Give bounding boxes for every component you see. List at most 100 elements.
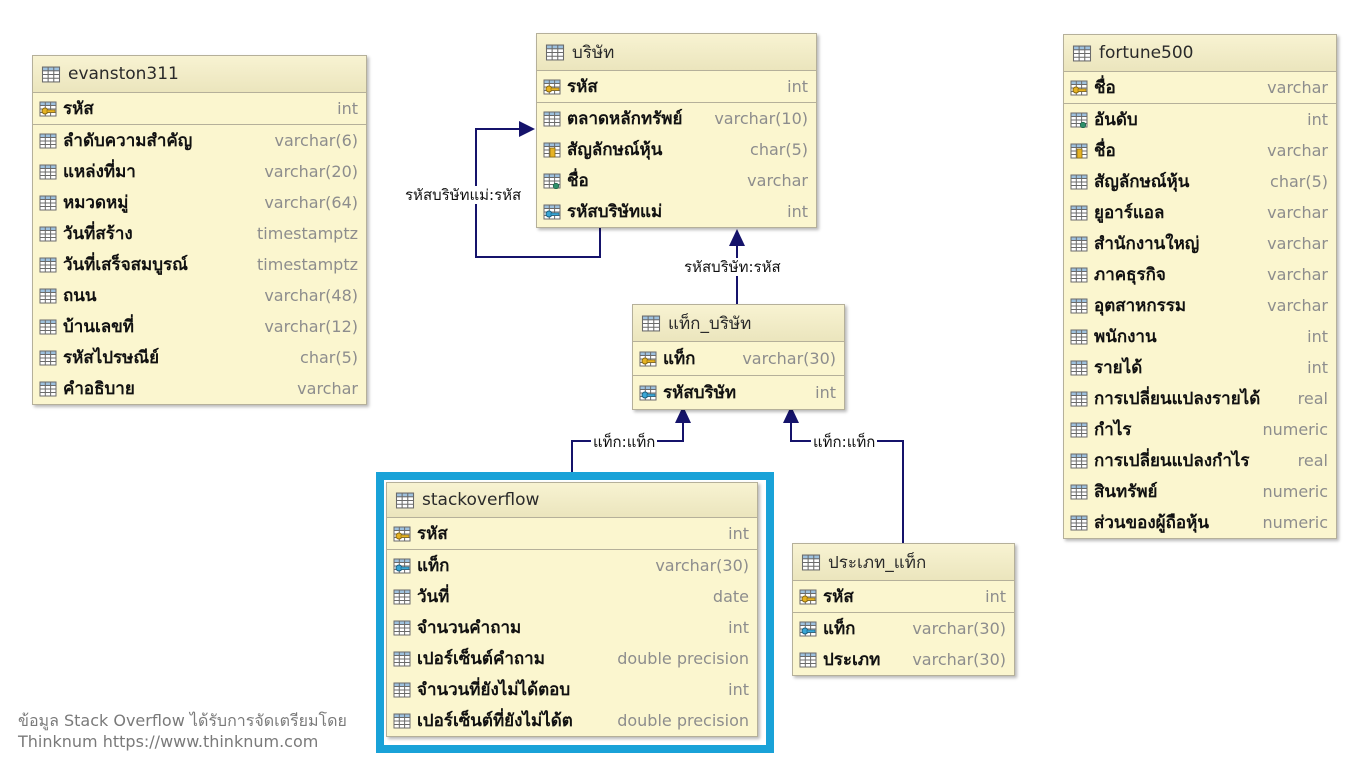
column-name: ถนน — [63, 286, 97, 306]
column-name: รหัสบริษัท — [663, 383, 737, 403]
table-column-row[interactable]: จำนวนที่ยังไม่ได้ตอบ int — [387, 674, 757, 705]
primary-key-icon — [543, 79, 561, 94]
table-icon — [801, 554, 821, 570]
table-tag_company[interactable]: แท็ก_บริษัท แท็ก varchar(30) รหัสบริษัท int — [632, 304, 845, 410]
table-column-row[interactable]: สำนักงานใหญ่ varchar — [1064, 228, 1336, 259]
table-column-row[interactable]: แหล่งที่มา varchar(20) — [33, 156, 366, 187]
table-tag_type[interactable]: ประเภท_แท็ก รหัส int แท็ก varchar(30) ประเภท v… — [792, 543, 1015, 676]
table-column-row[interactable]: รายได้ int — [1064, 352, 1336, 383]
column-type: int — [1307, 110, 1328, 129]
table-column-row[interactable]: รหัสบริษัท int — [633, 376, 844, 409]
table-column-row[interactable]: ส่วนของผู้ถือหุ้น numeric — [1064, 507, 1336, 538]
table-column-row[interactable]: รหัส int — [33, 93, 366, 124]
table-column-row[interactable]: วันที่ date — [387, 581, 757, 612]
table-company[interactable]: บริษัทรหัส int ตลาดหลักทรัพย์ varchar(10) สั… — [536, 33, 817, 228]
table-column-row[interactable]: ประเภท varchar(30) — [793, 644, 1014, 675]
column-type: varchar — [1267, 203, 1328, 222]
table-column-row[interactable]: การเปลี่ยนแปลงกำไร real — [1064, 445, 1336, 476]
column-type: double precision — [617, 711, 749, 730]
foreign-key-icon — [799, 621, 817, 636]
table-stackoverflow[interactable]: stackoverflow รหัส int แท็ก varchar(30) วันที… — [386, 482, 758, 737]
column-name: แท็ก — [823, 619, 856, 639]
table-column-row[interactable]: แท็ก varchar(30) — [633, 342, 844, 375]
table-column-row[interactable]: ภาคธุรกิจ varchar — [1064, 259, 1336, 290]
table-column-row[interactable]: การเปลี่ยนแปลงรายได้ real — [1064, 383, 1336, 414]
table-column-row[interactable]: หมวดหมู่ varchar(64) — [33, 187, 366, 218]
table-column-row[interactable]: สัญลักษณ์หุ้น char(5) — [537, 134, 816, 165]
column-name: พนักงาน — [1094, 327, 1157, 347]
column-type: varchar(30) — [655, 556, 749, 575]
table-icon — [641, 315, 661, 331]
table-column-row[interactable]: แท็ก varchar(30) — [793, 613, 1014, 644]
table-column-row[interactable]: ลำดับความสำคัญ varchar(6) — [33, 125, 366, 156]
table-column-row[interactable]: เปอร์เซ็นต์ที่ยังไม่ได้ต double precision — [387, 705, 757, 736]
column-type: numeric — [1262, 482, 1328, 501]
column-name: วันที่ — [417, 587, 450, 607]
table-icon — [545, 44, 565, 60]
table-column-row[interactable]: ชื่อ varchar — [1064, 72, 1336, 103]
table-fortune500[interactable]: fortune500 ชื่อ varchar อันดับ int ชื่อ varcha… — [1063, 34, 1337, 539]
column-icon — [393, 651, 411, 666]
column-icon — [393, 589, 411, 604]
table-column-row[interactable]: ยูอาร์แอล varchar — [1064, 197, 1336, 228]
table-header[interactable]: fortune500 — [1064, 35, 1336, 72]
column-icon — [39, 257, 57, 272]
table-column-row[interactable]: อุตสาหกรรม varchar — [1064, 290, 1336, 321]
credit-line-2: Thinknum https://www.thinknum.com — [18, 732, 319, 751]
table-column-row[interactable]: อันดับ int — [1064, 104, 1336, 135]
table-column-row[interactable]: วันที่เสร็จสมบูรณ์ timestamptz — [33, 249, 366, 280]
table-header[interactable]: บริษัท — [537, 34, 816, 71]
table-column-row[interactable]: ชื่อ varchar — [537, 165, 816, 196]
column-icon — [393, 682, 411, 697]
column-icon — [393, 620, 411, 635]
table-column-section: รหัสบริษัท int — [633, 376, 844, 409]
table-column-row[interactable]: กำไร numeric — [1064, 414, 1336, 445]
column-name: รหัสไปรษณีย์ — [63, 348, 160, 368]
column-name: เปอร์เซ็นต์คำถาม — [417, 649, 545, 669]
column-icon — [39, 133, 57, 148]
column-type: int — [1307, 358, 1328, 377]
table-column-row[interactable]: รหัส int — [537, 71, 816, 102]
relation-label-self: รหัสบริษัทแม่:รหัส — [403, 186, 524, 204]
column-type: varchar(20) — [264, 162, 358, 181]
column-type: varchar — [1267, 141, 1328, 160]
table-icon — [395, 492, 415, 508]
column-type: char(5) — [300, 348, 358, 367]
column-icon — [799, 652, 817, 667]
column-name: อันดับ — [1094, 110, 1138, 130]
table-column-row[interactable]: รหัส int — [387, 518, 757, 549]
column-icon — [1070, 360, 1088, 375]
table-column-row[interactable]: สัญลักษณ์หุ้น char(5) — [1064, 166, 1336, 197]
table-column-row[interactable]: ตลาดหลักทรัพย์ varchar(10) — [537, 103, 816, 134]
table-column-row[interactable]: ถนน varchar(48) — [33, 280, 366, 311]
column-icon — [1070, 422, 1088, 437]
table-column-row[interactable]: รหัสบริษัทแม่ int — [537, 196, 816, 227]
table-header[interactable]: ประเภท_แท็ก — [793, 544, 1014, 581]
table-column-row[interactable]: บ้านเลขที่ varchar(12) — [33, 311, 366, 342]
table-column-row[interactable]: แท็ก varchar(30) — [387, 550, 757, 581]
table-column-row[interactable]: พนักงาน int — [1064, 321, 1336, 352]
table-name: บริษัท — [572, 42, 615, 63]
unique-key-icon — [543, 142, 561, 157]
table-column-row[interactable]: รหัส int — [793, 581, 1014, 612]
table-column-row[interactable]: สินทรัพย์ numeric — [1064, 476, 1336, 507]
table-column-row[interactable]: วันที่สร้าง timestamptz — [33, 218, 366, 249]
column-name: แหล่งที่มา — [63, 162, 136, 182]
column-type: int — [728, 680, 749, 699]
table-column-row[interactable]: รหัสไปรษณีย์ char(5) — [33, 342, 366, 373]
table-header[interactable]: evanston311 — [33, 56, 366, 93]
column-icon — [1070, 174, 1088, 189]
primary-key-icon — [799, 589, 817, 604]
table-header[interactable]: แท็ก_บริษัท — [633, 305, 844, 342]
table-column-row[interactable]: คำอธิบาย varchar — [33, 373, 366, 404]
table-header[interactable]: stackoverflow — [387, 483, 757, 518]
unique-key-icon — [1070, 143, 1088, 158]
table-column-row[interactable]: จำนวนคำถาม int — [387, 612, 757, 643]
relation-label-so: แท็ก:แท็ก — [591, 433, 658, 451]
table-column-row[interactable]: เปอร์เซ็นต์คำถาม double precision — [387, 643, 757, 674]
table-column-row[interactable]: ชื่อ varchar — [1064, 135, 1336, 166]
table-evanston311[interactable]: evanston311 รหัส int ลำดับความสำคัญ varchar(… — [32, 55, 367, 405]
column-type: varchar — [297, 379, 358, 398]
column-type: varchar(30) — [912, 619, 1006, 638]
column-type: varchar(10) — [714, 109, 808, 128]
